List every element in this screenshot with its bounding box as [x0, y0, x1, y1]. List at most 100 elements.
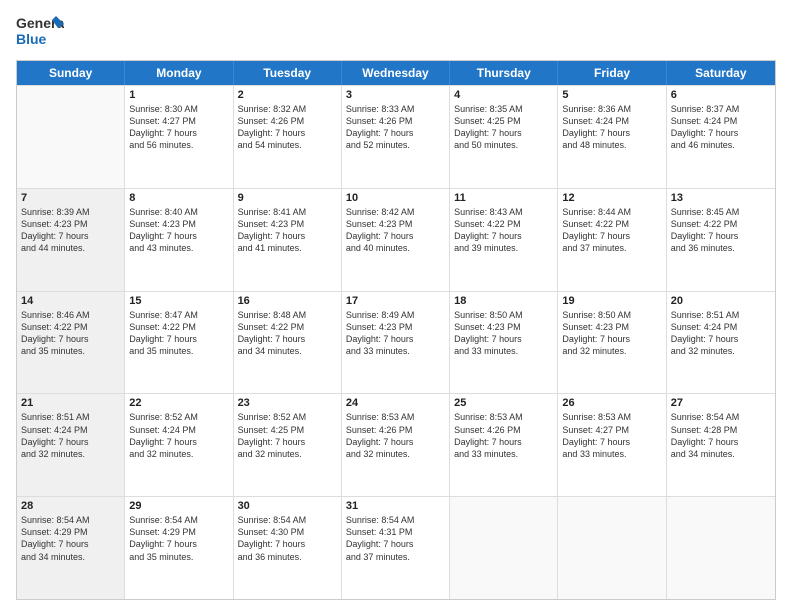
- day-number: 10: [346, 192, 445, 204]
- day-number: 18: [454, 295, 553, 307]
- day-number: 30: [238, 500, 337, 512]
- cell-info-line: Daylight: 7 hours: [346, 436, 445, 448]
- cell-info-line: Sunset: 4:24 PM: [671, 321, 771, 333]
- cell-info-line: Sunset: 4:29 PM: [21, 526, 120, 538]
- cell-info-line: Daylight: 7 hours: [238, 436, 337, 448]
- page: General Blue SundayMondayTuesdayWednesda…: [0, 0, 792, 612]
- cell-info-line: Sunset: 4:25 PM: [238, 424, 337, 436]
- day-number: 8: [129, 192, 228, 204]
- cell-info-line: Daylight: 7 hours: [129, 333, 228, 345]
- day-number: 25: [454, 397, 553, 409]
- cell-info-line: Daylight: 7 hours: [671, 333, 771, 345]
- cell-info-line: and 35 minutes.: [129, 345, 228, 357]
- cell-info-line: Sunset: 4:22 PM: [454, 218, 553, 230]
- cell-info-line: Daylight: 7 hours: [238, 333, 337, 345]
- cell-info-line: and 35 minutes.: [21, 345, 120, 357]
- cell-info-line: Sunset: 4:23 PM: [346, 321, 445, 333]
- header: General Blue: [16, 12, 776, 52]
- cell-info-line: Sunrise: 8:53 AM: [454, 411, 553, 423]
- cell-info-line: Sunset: 4:26 PM: [346, 424, 445, 436]
- cell-info-line: Daylight: 7 hours: [238, 230, 337, 242]
- calendar-cell: 27Sunrise: 8:54 AMSunset: 4:28 PMDayligh…: [667, 394, 775, 496]
- calendar-row: 21Sunrise: 8:51 AMSunset: 4:24 PMDayligh…: [17, 393, 775, 496]
- day-number: 2: [238, 89, 337, 101]
- cell-info-line: Daylight: 7 hours: [454, 436, 553, 448]
- cell-info-line: Sunset: 4:26 PM: [238, 115, 337, 127]
- cell-info-line: Daylight: 7 hours: [671, 127, 771, 139]
- calendar-cell: 13Sunrise: 8:45 AMSunset: 4:22 PMDayligh…: [667, 189, 775, 291]
- cell-info-line: Sunset: 4:29 PM: [129, 526, 228, 538]
- calendar-cell: 11Sunrise: 8:43 AMSunset: 4:22 PMDayligh…: [450, 189, 558, 291]
- cell-info-line: Sunrise: 8:42 AM: [346, 206, 445, 218]
- calendar-cell: [558, 497, 666, 599]
- cell-info-line: Sunset: 4:23 PM: [129, 218, 228, 230]
- cell-info-line: and 54 minutes.: [238, 139, 337, 151]
- cell-info-line: Sunrise: 8:52 AM: [129, 411, 228, 423]
- cell-info-line: Sunset: 4:31 PM: [346, 526, 445, 538]
- cell-info-line: Sunrise: 8:46 AM: [21, 309, 120, 321]
- cell-info-line: Sunset: 4:22 PM: [21, 321, 120, 333]
- cell-info-line: and 34 minutes.: [238, 345, 337, 357]
- cell-info-line: and 41 minutes.: [238, 242, 337, 254]
- cell-info-line: Sunset: 4:28 PM: [671, 424, 771, 436]
- day-number: 24: [346, 397, 445, 409]
- cell-info-line: Sunrise: 8:54 AM: [21, 514, 120, 526]
- cell-info-line: Sunrise: 8:48 AM: [238, 309, 337, 321]
- cell-info-line: Daylight: 7 hours: [129, 436, 228, 448]
- cell-info-line: Sunrise: 8:39 AM: [21, 206, 120, 218]
- calendar-row: 14Sunrise: 8:46 AMSunset: 4:22 PMDayligh…: [17, 291, 775, 394]
- calendar-cell: 16Sunrise: 8:48 AMSunset: 4:22 PMDayligh…: [234, 292, 342, 394]
- cell-info-line: Daylight: 7 hours: [129, 230, 228, 242]
- calendar-cell: 17Sunrise: 8:49 AMSunset: 4:23 PMDayligh…: [342, 292, 450, 394]
- cell-info-line: Sunrise: 8:40 AM: [129, 206, 228, 218]
- cell-info-line: Daylight: 7 hours: [346, 538, 445, 550]
- cell-info-line: Daylight: 7 hours: [346, 127, 445, 139]
- cell-info-line: Sunset: 4:25 PM: [454, 115, 553, 127]
- cell-info-line: Daylight: 7 hours: [21, 333, 120, 345]
- calendar-row: 28Sunrise: 8:54 AMSunset: 4:29 PMDayligh…: [17, 496, 775, 599]
- cell-info-line: and 46 minutes.: [671, 139, 771, 151]
- cell-info-line: Sunrise: 8:53 AM: [562, 411, 661, 423]
- cell-info-line: Sunrise: 8:41 AM: [238, 206, 337, 218]
- day-number: 27: [671, 397, 771, 409]
- cell-info-line: Daylight: 7 hours: [562, 230, 661, 242]
- day-number: 28: [21, 500, 120, 512]
- day-number: 29: [129, 500, 228, 512]
- calendar-cell: 6Sunrise: 8:37 AMSunset: 4:24 PMDaylight…: [667, 86, 775, 188]
- cell-info-line: Sunrise: 8:51 AM: [21, 411, 120, 423]
- day-number: 12: [562, 192, 661, 204]
- cell-info-line: Sunrise: 8:43 AM: [454, 206, 553, 218]
- cell-info-line: and 36 minutes.: [671, 242, 771, 254]
- svg-text:Blue: Blue: [16, 31, 47, 47]
- cell-info-line: and 43 minutes.: [129, 242, 228, 254]
- cell-info-line: Daylight: 7 hours: [562, 436, 661, 448]
- cell-info-line: Sunset: 4:27 PM: [562, 424, 661, 436]
- cell-info-line: Daylight: 7 hours: [21, 538, 120, 550]
- calendar-cell: 30Sunrise: 8:54 AMSunset: 4:30 PMDayligh…: [234, 497, 342, 599]
- calendar-cell: 21 Sunrise: 8:51 AMSunset: 4:24 PMDayligh…: [17, 394, 125, 496]
- cell-info-line: Daylight: 7 hours: [21, 436, 120, 448]
- cell-info-line: Sunset: 4:24 PM: [21, 424, 120, 436]
- cell-info-line: Daylight: 7 hours: [346, 333, 445, 345]
- cell-info-line: Daylight: 7 hours: [346, 230, 445, 242]
- cell-info-line: and 33 minutes.: [562, 448, 661, 460]
- day-number: 21: [21, 397, 120, 409]
- day-number: 6: [671, 89, 771, 101]
- cell-info-line: Sunrise: 8:45 AM: [671, 206, 771, 218]
- weekday-header: Sunday: [17, 61, 125, 85]
- cell-info-line: and 32 minutes.: [671, 345, 771, 357]
- weekday-header: Thursday: [450, 61, 558, 85]
- cell-info-line: Sunset: 4:23 PM: [562, 321, 661, 333]
- cell-info-line: Sunrise: 8:30 AM: [129, 103, 228, 115]
- day-number: 19: [562, 295, 661, 307]
- cell-info-line: Sunrise: 8:51 AM: [671, 309, 771, 321]
- cell-info-line: Daylight: 7 hours: [562, 127, 661, 139]
- cell-info-line: Daylight: 7 hours: [454, 230, 553, 242]
- cell-info-line: Sunrise: 8:52 AM: [238, 411, 337, 423]
- calendar-cell: [667, 497, 775, 599]
- calendar-cell: 10Sunrise: 8:42 AMSunset: 4:23 PMDayligh…: [342, 189, 450, 291]
- day-number: 15: [129, 295, 228, 307]
- calendar-cell: 31Sunrise: 8:54 AMSunset: 4:31 PMDayligh…: [342, 497, 450, 599]
- calendar-cell: 4Sunrise: 8:35 AMSunset: 4:25 PMDaylight…: [450, 86, 558, 188]
- cell-info-line: Sunset: 4:26 PM: [346, 115, 445, 127]
